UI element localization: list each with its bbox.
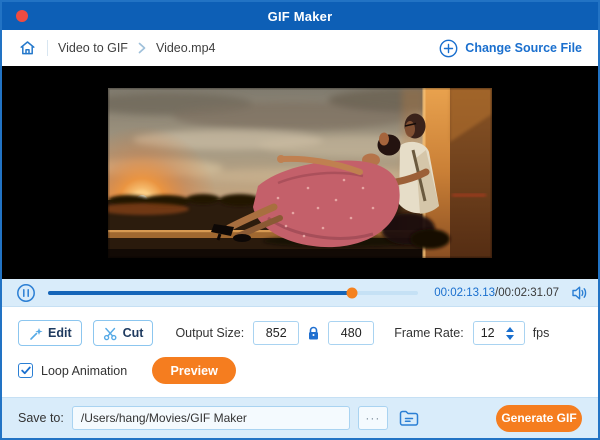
video-preview-area [2, 66, 598, 279]
controls-panel: Edit Cut Output Size: Frame Rate: [2, 307, 598, 397]
breadcrumb: Video to GIF Video.mp4 Change Source Fil… [2, 30, 598, 66]
breadcrumb-item-video-to-gif[interactable]: Video to GIF [58, 41, 128, 55]
time-display: 00:02:13.13/00:02:31.07 [434, 286, 559, 299]
breadcrumb-item-filename: Video.mp4 [155, 41, 216, 55]
home-icon[interactable] [18, 39, 37, 57]
stepper-up-icon[interactable] [505, 326, 514, 332]
frame-rate-input[interactable] [473, 326, 506, 340]
magic-wand-icon [30, 327, 43, 340]
save-path-input[interactable] [71, 406, 350, 430]
stepper-arrows [505, 326, 514, 340]
output-width-input[interactable] [253, 321, 300, 345]
close-window-button[interactable] [16, 10, 28, 22]
generate-gif-button[interactable]: Generate GIF [496, 404, 582, 432]
change-source-file-label: Change Source File [465, 41, 582, 55]
folder-icon [399, 410, 419, 426]
total-time: 00:02:31.07 [498, 286, 559, 299]
edit-button[interactable]: Edit [18, 320, 82, 346]
plus-circle-icon [439, 39, 458, 57]
cut-button[interactable]: Cut [92, 320, 154, 346]
change-source-file-button[interactable]: Change Source File [439, 39, 582, 58]
seek-slider[interactable] [48, 286, 419, 300]
loop-animation-label: Loop Animation [41, 363, 128, 378]
player-bar: 00:02:13.13/00:02:31.07 [2, 279, 598, 307]
pause-button[interactable] [16, 283, 36, 303]
settings-row: Edit Cut Output Size: Frame Rate: [18, 320, 582, 346]
browse-button[interactable]: ··· [357, 406, 388, 430]
current-time: 00:02:13.13 [434, 286, 496, 299]
output-size-label: Output Size: [175, 326, 245, 340]
frame-rate-label: Frame Rate: [394, 326, 464, 340]
stepper-down-icon[interactable] [505, 334, 514, 340]
frame-rate-stepper [472, 321, 525, 345]
seek-fill [48, 290, 352, 295]
footer-bar: Save to: ··· Generate GIF [2, 397, 598, 438]
gif-maker-window: GIF Maker Video to GIF Video.mp4 Change … [0, 0, 600, 440]
video-frame-image [108, 87, 492, 258]
scissors-icon [103, 327, 117, 340]
window-title: GIF Maker [267, 8, 333, 24]
breadcrumb-divider [47, 40, 48, 56]
save-to-label: Save to: [18, 411, 64, 425]
action-row: Loop Animation Preview [18, 357, 582, 384]
title-bar: GIF Maker [2, 2, 598, 30]
volume-icon[interactable] [571, 285, 588, 301]
preview-button[interactable]: Preview [152, 357, 237, 384]
checkbox-checked-icon[interactable] [18, 363, 33, 378]
open-folder-button[interactable] [398, 409, 420, 428]
lock-icon[interactable] [307, 326, 320, 341]
chevron-right-icon [138, 42, 146, 54]
output-height-input[interactable] [328, 321, 375, 345]
loop-animation-checkbox[interactable]: Loop Animation [18, 363, 127, 378]
seek-thumb[interactable] [346, 287, 358, 298]
fps-label: fps [532, 326, 550, 340]
